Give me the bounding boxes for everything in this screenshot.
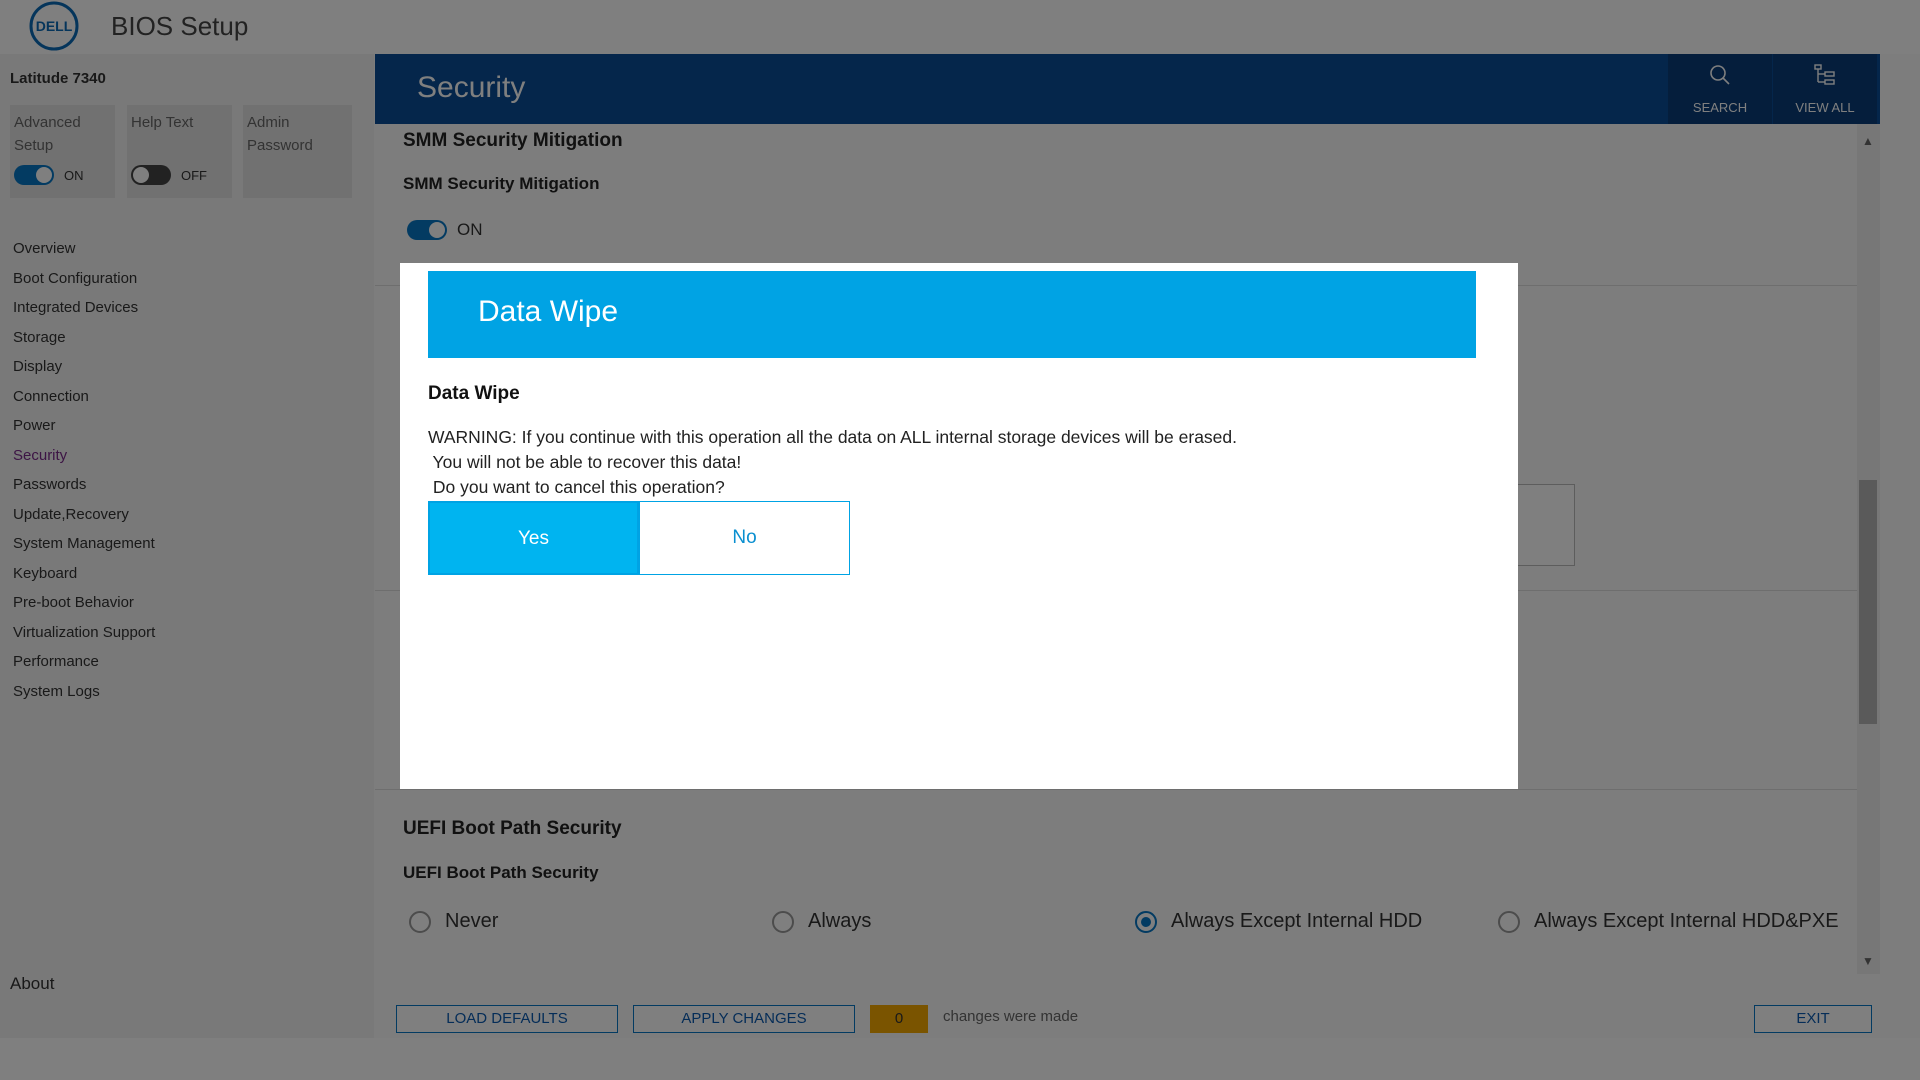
dialog-title: Data Wipe [478, 295, 619, 328]
warning-line: WARNING: If you continue with this opera… [428, 427, 1237, 447]
data-wipe-dialog: Data Wipe Data Wipe WARNING: If you cont… [400, 263, 1518, 789]
recover-line: You will not be able to recover this dat… [428, 452, 742, 472]
yes-button[interactable]: Yes [428, 501, 639, 575]
dialog-header: Data Wipe [428, 271, 1476, 358]
dialog-message: WARNING: If you continue with this opera… [428, 425, 1237, 500]
cancel-question: Do you want to cancel this operation? [428, 477, 725, 497]
no-button[interactable]: No [639, 501, 850, 575]
dialog-subtitle: Data Wipe [428, 383, 520, 404]
